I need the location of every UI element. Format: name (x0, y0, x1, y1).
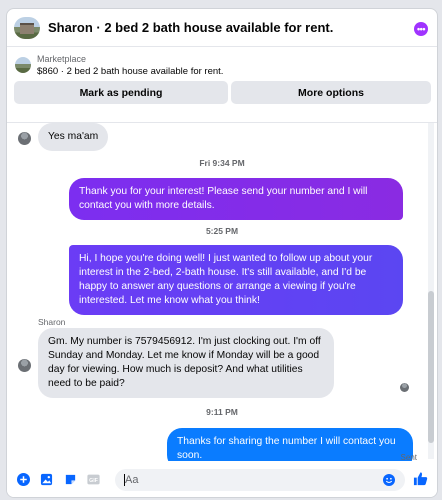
incoming-message[interactable]: Yes ma'am (38, 123, 109, 151)
marketplace-card: Marketplace $860 · 2 bed 2 bath house av… (7, 47, 437, 123)
seen-avatar (400, 383, 409, 392)
text-cursor (124, 474, 125, 486)
more-options-button[interactable]: More options (231, 81, 431, 104)
sharon-avatar[interactable] (18, 132, 31, 145)
outgoing-message[interactable]: Hi, I hope you're doing well! I just wan… (69, 245, 403, 315)
incoming-message[interactable]: Gm. My number is 7579456912. I'm just cl… (38, 328, 334, 398)
marketplace-label: Marketplace (37, 54, 87, 64)
chat-header: Sharon · 2 bed 2 bath house available fo… (7, 9, 437, 47)
svg-text:GIF: GIF (89, 478, 99, 484)
sender-name: Sharon (38, 317, 66, 327)
timestamp: 9:11 PM (206, 407, 238, 417)
timestamp: 5:25 PM (205, 226, 239, 236)
chat-window: Sharon · 2 bed 2 bath house available fo… (6, 8, 438, 498)
message-input[interactable]: Aa (115, 469, 405, 491)
thumbs-up-icon[interactable] (413, 471, 428, 486)
plus-circle-icon[interactable] (17, 473, 30, 486)
listing-small-thumbnail[interactable] (15, 57, 31, 73)
message-list[interactable]: Yes ma'am Fri 9:34 PM Thank you for your… (7, 123, 437, 470)
sharon-avatar[interactable] (18, 359, 31, 372)
timestamp: Fri 9:34 PM (199, 158, 245, 168)
chat-title[interactable]: Sharon · 2 bed 2 bath house available fo… (48, 20, 333, 35)
outgoing-message[interactable]: Thank you for your interest! Please send… (69, 178, 403, 220)
listing-description[interactable]: $860 · 2 bed 2 bath house available for … (37, 66, 223, 77)
sticker-icon[interactable] (64, 473, 77, 486)
message-input-placeholder: Aa (125, 474, 139, 486)
composer-bar: GIF Aa (7, 461, 437, 497)
scrollbar-thumb[interactable] (428, 291, 434, 443)
mark-as-pending-button[interactable]: Mark as pending (14, 81, 228, 104)
listing-thumbnail[interactable] (14, 16, 40, 39)
emoji-icon[interactable] (383, 474, 395, 486)
gif-icon[interactable]: GIF (87, 473, 100, 486)
photo-icon[interactable] (40, 473, 53, 486)
menu-dots-icon[interactable]: ••• (414, 22, 428, 36)
